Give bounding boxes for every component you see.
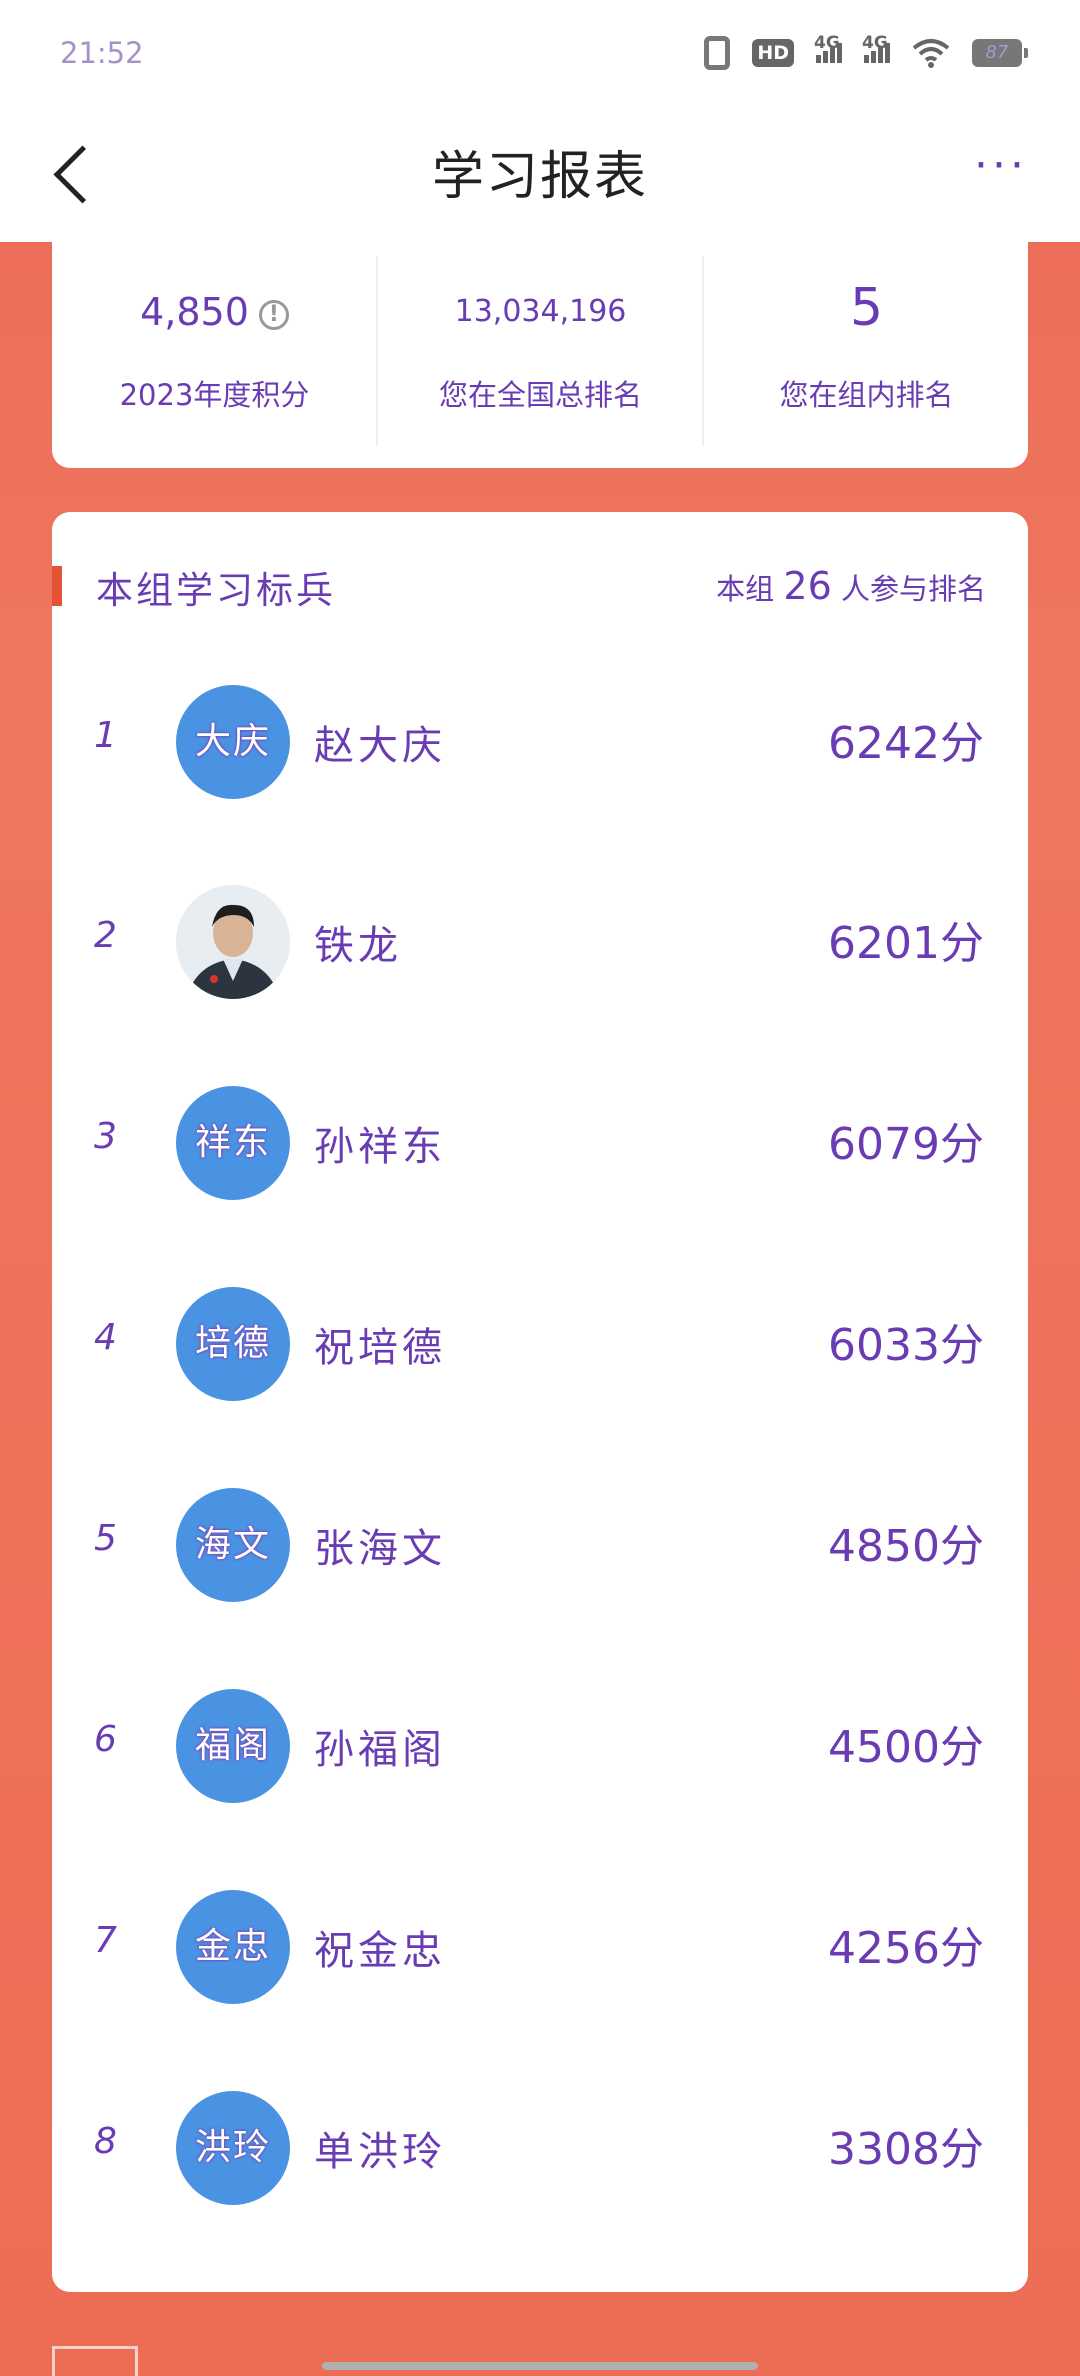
ranking-row[interactable]: 2 铁龙 6201分	[52, 843, 1028, 1043]
avatar: 祥东	[176, 1086, 290, 1200]
stat-value: 5	[849, 278, 884, 338]
member-name: 祝金忠	[314, 1928, 446, 1974]
person-photo-icon	[176, 885, 290, 999]
ranking-row[interactable]: 7 金忠 祝金忠 4256分	[52, 1848, 1028, 2048]
ranking-row[interactable]: 4 培德 祝培德 6033分	[52, 1245, 1028, 1445]
status-bar: 21:52 HD 4G 4G 87	[0, 0, 1080, 110]
ranking-card: 本组学习标兵 本组 26 人参与排名 1 大庆 赵大庆 6242分 2 铁龙 6…	[52, 512, 1028, 2292]
rank-number: 6	[94, 1719, 117, 1760]
avatar: 大庆	[176, 685, 290, 799]
avatar-photo	[176, 885, 290, 999]
ranking-row[interactable]: 6 福阁 孙福阁 4500分	[52, 1647, 1028, 1847]
rank-number: 8	[94, 2121, 117, 2162]
section-title: 本组学习标兵	[96, 569, 336, 612]
member-name: 单洪玲	[314, 2129, 446, 2175]
vibrate-icon	[704, 36, 731, 70]
participants-count: 本组 26 人参与排名	[716, 564, 986, 608]
avatar: 培德	[176, 1287, 290, 1401]
avatar: 金忠	[176, 1890, 290, 2004]
more-menu-button[interactable]: ···	[974, 140, 1028, 191]
status-time: 21:52	[60, 36, 144, 70]
member-score: 4500分	[828, 1722, 984, 1773]
member-score: 6079分	[828, 1119, 984, 1170]
stat-annual-points: 4,850! 2023年度积分	[52, 242, 377, 468]
member-name: 孙祥东	[314, 1124, 446, 1170]
page-title: 学习报表	[431, 147, 648, 207]
stat-label: 您在全国总排名	[438, 378, 642, 412]
member-name: 祝培德	[314, 1325, 446, 1371]
member-name: 张海文	[314, 1526, 446, 1572]
stat-value: 4,850	[140, 290, 249, 334]
rank-number: 3	[94, 1116, 117, 1157]
stat-national-rank: 13,034,196 您在全国总排名	[378, 242, 703, 468]
avatar: 洪玲	[176, 2091, 290, 2205]
app-header: 学习报表 ···	[0, 110, 1080, 242]
rank-number: 4	[94, 1317, 117, 1358]
rank-number: 5	[94, 1518, 117, 1559]
stat-group-rank: 5 您在组内排名	[704, 242, 1029, 468]
ranking-row[interactable]: 1 大庆 赵大庆 6242分	[52, 643, 1028, 843]
rank-number: 2	[94, 915, 117, 956]
wifi-icon	[912, 39, 950, 68]
stat-label: 2023年度积分	[119, 378, 310, 412]
member-name: 孙福阁	[314, 1727, 446, 1773]
member-score: 6201分	[828, 918, 984, 969]
status-icons: HD 4G 4G 87	[704, 33, 1028, 70]
member-score: 6242分	[828, 718, 984, 769]
info-icon[interactable]: !	[258, 299, 289, 330]
signal-icon: 4G	[862, 33, 890, 63]
stamp-logo-icon	[52, 2346, 138, 2376]
ranking-row[interactable]: 8 洪玲 单洪玲 3308分	[52, 2049, 1028, 2249]
rank-number: 7	[94, 1920, 117, 1961]
home-indicator[interactable]	[322, 2362, 758, 2370]
member-name: 铁龙	[314, 923, 402, 969]
ranking-row[interactable]: 3 祥东 孙祥东 6079分	[52, 1044, 1028, 1244]
member-score: 6033分	[828, 1320, 984, 1371]
hd-icon: HD	[752, 39, 794, 67]
member-score: 4256分	[828, 1923, 984, 1974]
rank-number: 1	[94, 715, 117, 756]
battery-icon: 87	[972, 39, 1028, 67]
member-score: 4850分	[828, 1521, 984, 1572]
member-score: 3308分	[828, 2124, 984, 2175]
signal-icon: 4G	[814, 33, 842, 63]
stat-value: 13,034,196	[454, 294, 627, 329]
member-name: 赵大庆	[314, 723, 446, 769]
avatar: 福阁	[176, 1689, 290, 1803]
section-accent-bar	[52, 566, 62, 606]
stats-card: 4,850! 2023年度积分 13,034,196 您在全国总排名 5 您在组…	[52, 242, 1028, 468]
avatar: 海文	[176, 1488, 290, 1602]
ranking-row[interactable]: 5 海文 张海文 4850分	[52, 1446, 1028, 1646]
stat-label: 您在组内排名	[779, 378, 954, 412]
